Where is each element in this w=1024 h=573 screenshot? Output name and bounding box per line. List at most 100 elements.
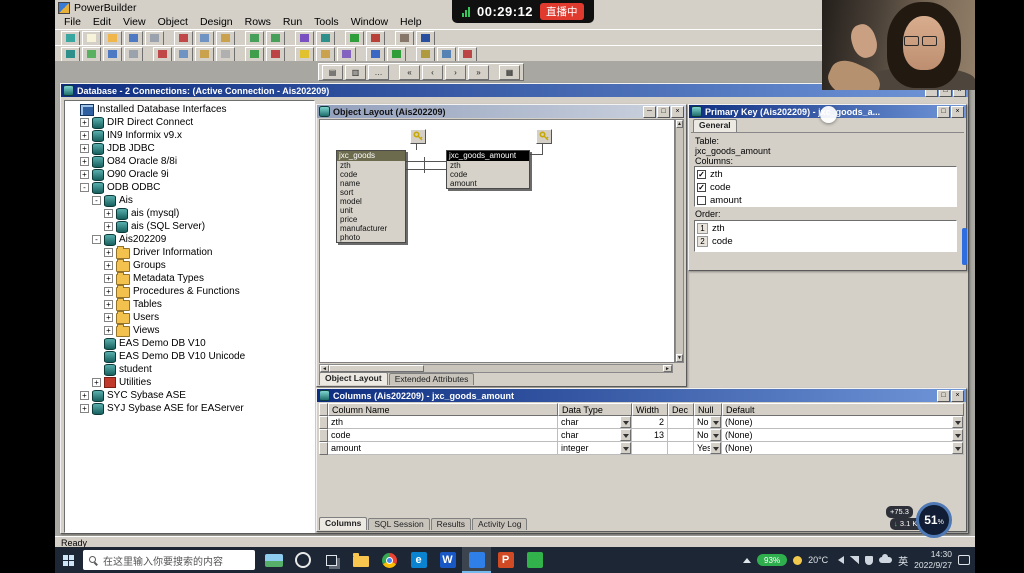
save-icon[interactable] bbox=[124, 31, 143, 46]
delete-row-icon[interactable] bbox=[266, 47, 285, 62]
tab-general[interactable]: General bbox=[693, 119, 737, 132]
cell-column-name[interactable]: amount bbox=[328, 442, 558, 455]
cell-width[interactable]: 13 bbox=[632, 429, 668, 442]
tree-item[interactable]: +Tables bbox=[65, 298, 314, 311]
pk-order-row[interactable]: 1zth bbox=[697, 222, 954, 235]
chrome-icon[interactable] bbox=[375, 547, 404, 573]
pk-column-row[interactable]: ✓zth bbox=[697, 168, 954, 181]
dropdown-arrow-icon[interactable] bbox=[710, 416, 721, 428]
tree-expander-icon[interactable]: + bbox=[80, 170, 89, 179]
cloud-sync-icon[interactable] bbox=[879, 557, 892, 563]
tree-expander-icon[interactable]: + bbox=[80, 118, 89, 127]
battery-indicator[interactable]: 93% bbox=[757, 554, 787, 566]
connect-db-icon[interactable] bbox=[61, 31, 80, 46]
tree-expander-icon[interactable]: + bbox=[80, 391, 89, 400]
columns-titlebar[interactable]: Columns (Ais202209) - jxc_goods_amount □… bbox=[317, 389, 966, 402]
maximize-icon[interactable]: □ bbox=[657, 106, 670, 118]
open-table-icon[interactable] bbox=[61, 47, 80, 62]
tree-expander-icon[interactable]: - bbox=[80, 183, 89, 192]
scroll-left-icon[interactable]: ◄ bbox=[320, 365, 329, 372]
menu-object[interactable]: Object bbox=[152, 16, 194, 28]
last-row-icon[interactable]: » bbox=[468, 65, 489, 80]
taskbar-search-input[interactable]: 在这里输入你要搜索的内容 bbox=[83, 550, 255, 570]
menu-tools[interactable]: Tools bbox=[308, 16, 345, 28]
cell-column-name[interactable]: code bbox=[328, 429, 558, 442]
tree-item[interactable]: student bbox=[65, 363, 314, 376]
tree-expander-icon[interactable]: + bbox=[80, 144, 89, 153]
pk-column-row[interactable]: ✓code bbox=[697, 181, 954, 194]
clear-icon[interactable] bbox=[216, 47, 235, 62]
tab-object-layout[interactable]: Object Layout bbox=[319, 372, 388, 385]
close-painter-icon[interactable] bbox=[458, 47, 477, 62]
tree-item[interactable]: Installed Database Interfaces bbox=[65, 103, 314, 116]
powerpoint-icon[interactable]: P bbox=[491, 547, 520, 573]
maximize-icon[interactable]: □ bbox=[937, 390, 950, 402]
cell-default[interactable]: (None) bbox=[722, 416, 964, 429]
row-selector[interactable] bbox=[319, 429, 328, 442]
dropdown-arrow-icon[interactable] bbox=[952, 442, 963, 454]
menu-file[interactable]: File bbox=[58, 16, 87, 28]
tree-item[interactable]: +O90 Oracle 9i bbox=[65, 168, 314, 181]
scroll-right-icon[interactable]: ► bbox=[663, 365, 672, 372]
tree-item[interactable]: +Driver Information bbox=[65, 246, 314, 259]
db-profile-icon[interactable] bbox=[295, 31, 314, 46]
vertical-scrollbar[interactable]: ▲ ▼ bbox=[675, 119, 684, 363]
entity-jxc_goods_amount[interactable]: jxc_goods_amountzthcodeamount bbox=[446, 150, 530, 189]
new-icon[interactable] bbox=[82, 31, 101, 46]
tray-expand-icon[interactable] bbox=[743, 554, 751, 563]
tree-item[interactable]: EAS Demo DB V10 bbox=[65, 337, 314, 350]
task-view-icon[interactable] bbox=[317, 547, 346, 573]
tree-expander-icon[interactable]: + bbox=[104, 313, 113, 322]
security-shield-icon[interactable] bbox=[865, 556, 873, 565]
powerbuilder-taskbar-icon[interactable] bbox=[462, 547, 491, 573]
file-explorer-icon[interactable] bbox=[346, 547, 375, 573]
menu-design[interactable]: Design bbox=[194, 16, 239, 28]
tree-item[interactable]: +ais (mysql) bbox=[65, 207, 314, 220]
dropdown-arrow-icon[interactable] bbox=[710, 442, 721, 454]
tree-expander-icon[interactable]: + bbox=[104, 222, 113, 231]
insert-row-icon[interactable] bbox=[245, 47, 264, 62]
grid-row[interactable]: codechar13No(None) bbox=[319, 429, 964, 442]
checkbox-zth[interactable]: ✓ bbox=[697, 170, 706, 179]
pk-column-row[interactable]: amount bbox=[697, 194, 954, 207]
tree-item[interactable]: +Metadata Types bbox=[65, 272, 314, 285]
minimize-icon[interactable]: ─ bbox=[643, 106, 656, 118]
menu-window[interactable]: Window bbox=[345, 16, 394, 28]
redo-icon[interactable] bbox=[266, 31, 285, 46]
save-ddl-icon[interactable] bbox=[103, 47, 122, 62]
prev-row-icon[interactable]: ‹ bbox=[422, 65, 443, 80]
edge-browser-icon[interactable]: e bbox=[404, 547, 433, 573]
open-icon[interactable] bbox=[103, 31, 122, 46]
index-icon[interactable] bbox=[337, 47, 356, 62]
debug-icon[interactable] bbox=[366, 31, 385, 46]
dropdown-arrow-icon[interactable] bbox=[710, 429, 721, 441]
primary-key-icon[interactable] bbox=[295, 47, 314, 62]
tree-item[interactable]: +Groups bbox=[65, 259, 314, 272]
foreign-key-icon[interactable] bbox=[316, 47, 335, 62]
first-row-icon[interactable]: « bbox=[399, 65, 420, 80]
sort-icon[interactable] bbox=[437, 47, 456, 62]
tree-item[interactable]: +SYJ Sybase ASE for EAServer bbox=[65, 402, 314, 415]
network-icon[interactable] bbox=[850, 556, 859, 564]
next-row-icon[interactable]: › bbox=[445, 65, 466, 80]
tree-item[interactable]: +Utilities bbox=[65, 376, 314, 389]
cut-icon[interactable] bbox=[174, 31, 193, 46]
menu-view[interactable]: View bbox=[117, 16, 152, 28]
cell-column-name[interactable]: zth bbox=[328, 416, 558, 429]
cell-data-type[interactable]: integer bbox=[558, 442, 632, 455]
library-icon[interactable] bbox=[395, 31, 414, 46]
scrollbar-thumb[interactable] bbox=[329, 365, 424, 372]
run-icon[interactable] bbox=[345, 31, 364, 46]
tree-expander-icon[interactable]: + bbox=[80, 157, 89, 166]
tree-expander-icon[interactable]: + bbox=[92, 378, 101, 387]
more-icon[interactable]: … bbox=[368, 65, 389, 80]
tree-expander-icon[interactable]: + bbox=[104, 300, 113, 309]
tab-extended-attributes[interactable]: Extended Attributes bbox=[389, 373, 475, 385]
grid-row[interactable]: zthchar2No(None) bbox=[319, 416, 964, 429]
checkbox-amount[interactable] bbox=[697, 196, 706, 205]
tree-expander-icon[interactable]: + bbox=[104, 209, 113, 218]
grid-row[interactable]: amountintegerYes(None) bbox=[319, 442, 964, 455]
tab-columns[interactable]: Columns bbox=[319, 517, 367, 530]
primary-key-button-jxc-goods-amount[interactable] bbox=[536, 129, 552, 144]
tree-item[interactable]: -Ais bbox=[65, 194, 314, 207]
